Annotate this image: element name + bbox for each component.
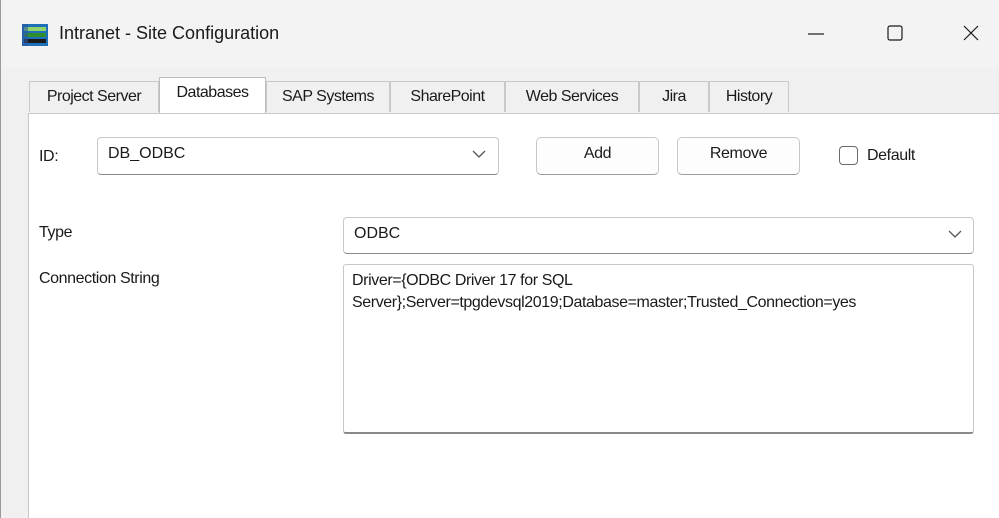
close-icon (963, 25, 979, 41)
chevron-down-icon (948, 230, 962, 238)
default-checkbox-label: Default (867, 147, 915, 164)
database-stack-icon (22, 24, 48, 46)
minimize-button[interactable] (796, 16, 836, 52)
minimize-icon (808, 33, 824, 35)
tab-web-services[interactable]: Web Services (505, 81, 639, 112)
chevron-down-icon (472, 150, 486, 158)
tab-history[interactable]: History (709, 81, 789, 112)
maximize-icon (887, 25, 903, 41)
remove-button[interactable]: Remove (677, 137, 800, 175)
id-dropdown[interactable]: DB_ODBC (97, 137, 499, 175)
type-label: Type (39, 224, 73, 241)
add-button[interactable]: Add (536, 137, 659, 175)
tab-sap-systems[interactable]: SAP Systems (266, 81, 390, 112)
tab-project-server[interactable]: Project Server (29, 81, 159, 112)
type-dropdown[interactable]: ODBC (343, 217, 974, 254)
tab-jira[interactable]: Jira (639, 81, 709, 112)
maximize-button[interactable] (875, 16, 915, 52)
close-button[interactable] (951, 16, 991, 52)
tab-sharepoint[interactable]: SharePoint (390, 81, 505, 112)
id-label: ID: (39, 148, 59, 165)
title-bar[interactable]: Intranet - Site Configuration (1, 0, 999, 68)
connection-string-field[interactable]: Driver={ODBC Driver 17 for SQL Server};S… (343, 264, 974, 434)
id-dropdown-value: DB_ODBC (108, 145, 186, 162)
connection-string-value: Driver={ODBC Driver 17 for SQL Server};S… (352, 272, 857, 311)
window-title: Intranet - Site Configuration (59, 23, 280, 43)
type-dropdown-value: ODBC (354, 225, 401, 242)
default-checkbox[interactable] (839, 146, 858, 165)
app-window: Intranet - Site Configuration Project Se… (0, 0, 999, 518)
tab-databases[interactable]: Databases (159, 77, 266, 113)
connection-string-label: Connection String (39, 270, 160, 287)
